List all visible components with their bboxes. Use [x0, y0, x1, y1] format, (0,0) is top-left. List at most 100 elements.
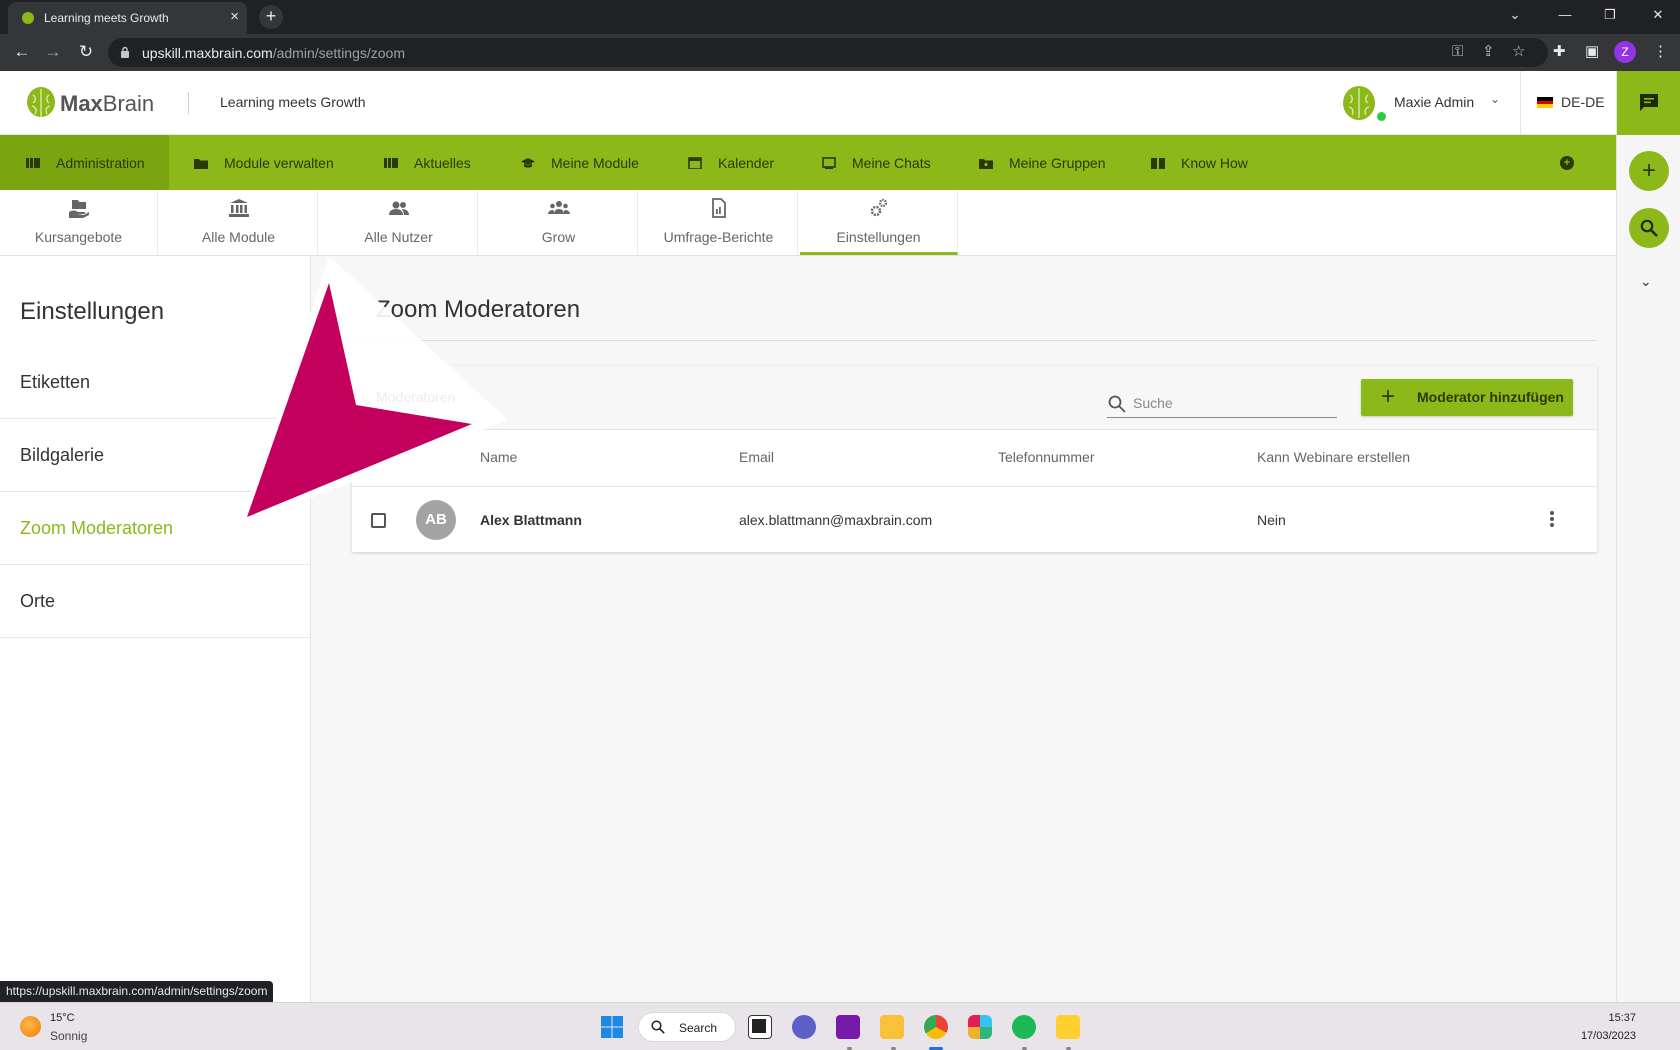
sidebar-item-etiketten[interactable]: Etiketten [0, 346, 311, 419]
report-icon [712, 198, 726, 218]
nav-item-meine-gruppen[interactable]: Meine Gruppen [979, 135, 1106, 190]
tab-alle-module[interactable]: Alle Module [160, 190, 318, 255]
nav-item-know-how[interactable]: Know How [1151, 135, 1248, 190]
row-more-options-icon[interactable] [1544, 509, 1560, 531]
share-icon[interactable]: ⇪ [1482, 43, 1495, 61]
close-window-button[interactable]: ✕ [1643, 5, 1673, 25]
online-status-indicator [1377, 112, 1386, 121]
browser-toolbar: ← → ↻ upskill.maxbrain.com/admin/setting… [0, 34, 1680, 71]
header-divider [188, 92, 189, 114]
sidebar-title: Einstellungen [20, 298, 165, 325]
address-bar[interactable]: upskill.maxbrain.com/admin/settings/zoom… [108, 38, 1548, 67]
tab-kursangebote[interactable]: Kursangebote [0, 190, 158, 255]
side-panel-icon[interactable]: ▣ [1585, 43, 1599, 61]
nav-item-module-verwalten[interactable]: Module verwalten [194, 135, 334, 190]
weather-condition: Sonnig [50, 1029, 88, 1043]
taskbar-clock-date[interactable]: 17/03/2023 [1581, 1030, 1636, 1042]
tab-grow[interactable]: Grow [480, 190, 638, 255]
minimize-window-button[interactable]: — [1550, 5, 1580, 25]
nav-item-aktuelles[interactable]: Aktuelles [384, 135, 471, 190]
tab-alle-nutzer[interactable]: Alle Nutzer [320, 190, 478, 255]
miro-icon[interactable] [1056, 1015, 1080, 1039]
new-tab-button[interactable]: + [259, 5, 283, 29]
add-moderator-button[interactable]: + Moderator hinzufügen [1361, 379, 1573, 416]
nav-item-administration[interactable]: Administration [0, 135, 169, 190]
password-key-icon[interactable]: ⚿ [1452, 43, 1463, 61]
sidebar-item-zoom-moderatoren[interactable]: Zoom Moderatoren [0, 492, 311, 565]
institution-icon [229, 199, 249, 217]
spotify-icon[interactable] [1012, 1015, 1036, 1039]
nav-item-label: Meine Gruppen [1009, 154, 1106, 171]
restore-window-button[interactable]: ❐ [1595, 5, 1625, 25]
weather-temperature: 15°C [50, 1012, 75, 1024]
sidebar-item-orte[interactable]: Orte [0, 565, 311, 638]
nav-item-meine-chats[interactable]: Meine Chats [822, 135, 931, 190]
moderators-card: Moderatoren + Moderator hinzufügen Name … [352, 366, 1597, 552]
tab-umfrage-berichte[interactable]: Umfrage-Berichte [640, 190, 798, 255]
task-view-icon[interactable] [748, 1015, 772, 1039]
file-explorer-icon[interactable] [880, 1015, 904, 1039]
back-arrow-icon[interactable]: ← [11, 41, 33, 63]
profile-avatar[interactable]: Z [1614, 41, 1636, 63]
sunny-weather-icon[interactable] [20, 1016, 41, 1037]
url-path: /admin/settings/zoom [272, 45, 406, 61]
news-icon [384, 157, 398, 168]
url-domain: upskill.maxbrain.com [142, 45, 273, 61]
windows-taskbar: 15°C Sonnig Search 15:37 17/03/2023 [0, 1002, 1680, 1050]
user-avatar[interactable] [1342, 85, 1376, 121]
folder-icon [194, 158, 208, 169]
reload-icon[interactable]: ↻ [75, 41, 97, 63]
add-icon[interactable]: + [1629, 151, 1669, 191]
language-selector[interactable]: DE-DE [1561, 94, 1605, 110]
sidebar-item-label: Etiketten [20, 372, 91, 392]
tab-einstellungen[interactable]: Einstellungen [800, 190, 958, 255]
nav-item-label: Aktuelles [414, 154, 471, 171]
main-navigation: Administration Module verwalten Aktuelle… [0, 135, 1616, 190]
nav-item-label: Know How [1181, 154, 1248, 171]
browser-tab[interactable]: Learning meets Growth × [8, 2, 247, 34]
search-icon [1108, 395, 1126, 413]
taskbar-search-box[interactable]: Search [638, 1012, 736, 1042]
windows-start-icon[interactable] [600, 1015, 624, 1039]
tab-label: Alle Module [201, 229, 276, 245]
nav-item-label: Module verwalten [224, 154, 334, 171]
chevron-down-icon[interactable]: ⌄ [1640, 273, 1652, 290]
tab-close-icon[interactable]: × [230, 8, 239, 26]
extensions-puzzle-icon[interactable]: ✚ [1553, 43, 1566, 61]
onenote-icon[interactable] [836, 1015, 860, 1039]
teams-icon[interactable] [792, 1015, 816, 1039]
search-field[interactable] [1107, 390, 1337, 418]
nav-more-icon[interactable]: + [1560, 156, 1574, 170]
logo-wordmark[interactable]: MaxBrain [60, 91, 154, 117]
slack-icon[interactable] [968, 1015, 992, 1039]
nav-item-meine-module[interactable]: Meine Module [521, 135, 639, 190]
maxbrain-logo-icon[interactable] [26, 86, 56, 120]
column-header-can-create-webinars[interactable]: Kann Webinare erstellen [1257, 449, 1410, 465]
nav-item-label: Kalender [718, 154, 775, 171]
browser-menu-icon[interactable]: ⋮ [1653, 43, 1668, 61]
column-header-phone[interactable]: Telefonnummer [998, 449, 1095, 465]
card-title: Moderatoren [376, 389, 456, 405]
tab-label: Grow [541, 229, 576, 245]
global-search-button[interactable] [1629, 208, 1669, 248]
taskbar-clock-time[interactable]: 15:37 [1608, 1012, 1636, 1024]
user-name[interactable]: Maxie Admin [1394, 94, 1474, 110]
tab-search-chevron-icon[interactable]: ⌄ [1500, 5, 1530, 25]
nav-item-kalender[interactable]: Kalender [688, 135, 774, 190]
search-input[interactable] [1133, 393, 1333, 413]
logo-bold: Max [60, 91, 103, 116]
bookmark-star-icon[interactable]: ☆ [1512, 43, 1525, 61]
table-row[interactable]: AB Alex Blattmann alex.blattmann@maxbrai… [352, 486, 1597, 552]
sidebar-item-bildgalerie[interactable]: Bildgalerie [0, 419, 311, 492]
browser-tab-title: Learning meets Growth [44, 11, 169, 25]
column-header-name[interactable]: Name [480, 449, 517, 465]
calendar-icon [688, 156, 702, 169]
row-checkbox[interactable] [371, 513, 386, 528]
column-header-email[interactable]: Email [739, 449, 774, 465]
tab-label: Einstellungen [836, 229, 921, 245]
chrome-icon[interactable] [924, 1015, 948, 1039]
forward-arrow-icon[interactable]: → [42, 41, 64, 63]
user-menu-chevron-icon[interactable]: ⌄ [1490, 92, 1500, 106]
chat-toggle-button[interactable] [1617, 71, 1680, 135]
nav-item-label: Administration [56, 154, 145, 171]
